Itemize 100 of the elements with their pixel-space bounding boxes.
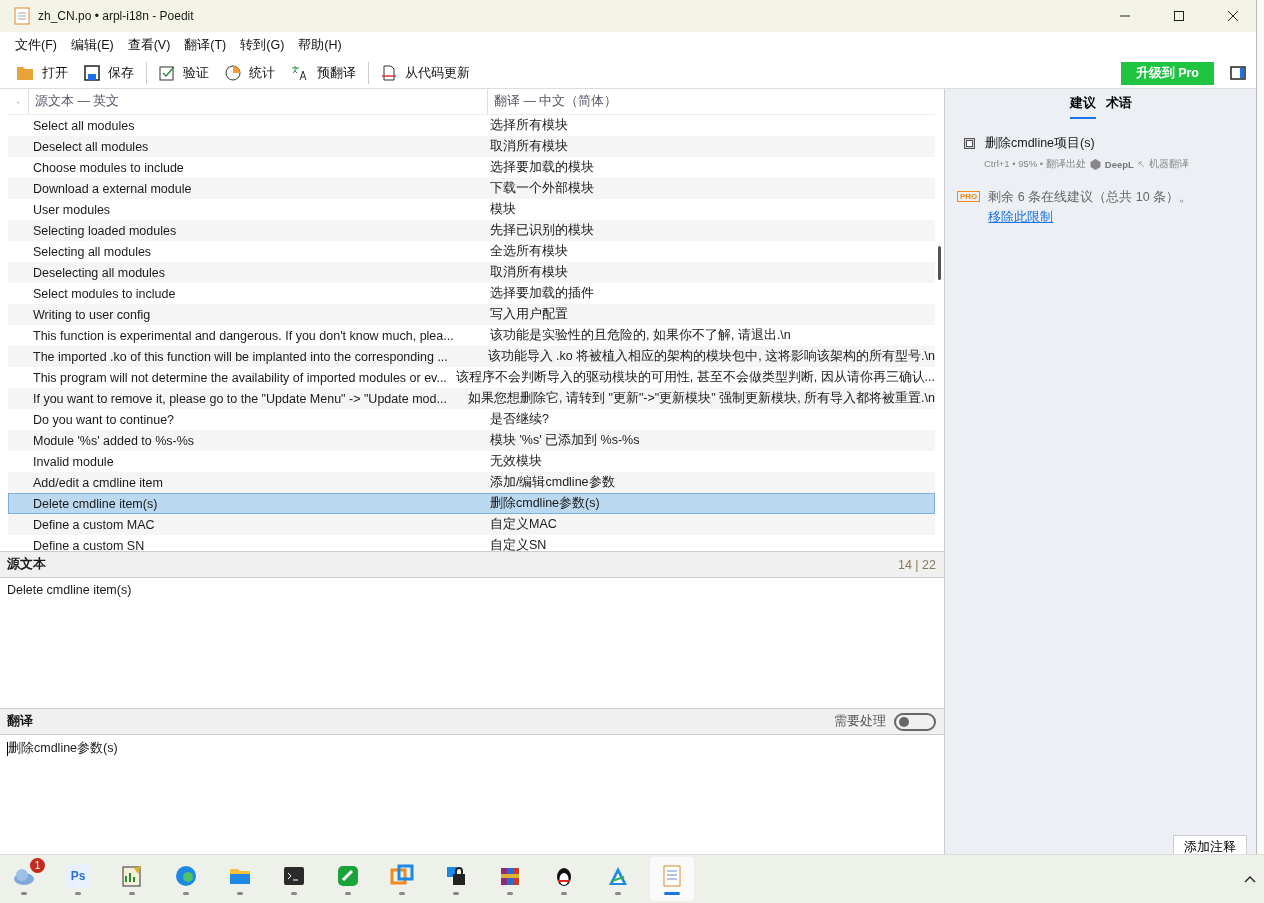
column-header[interactable]: 源文本 — 英文	[28, 89, 487, 114]
source-cell-text: This program will not determine the availability of imported modules or ev...	[32, 370, 448, 385]
list-row[interactable]: Add/edit a cmdline item 添加/编辑cmdline参数	[8, 472, 935, 493]
app-icon	[14, 7, 30, 25]
list-row[interactable]: Select all modules 选择所有模块	[8, 115, 935, 136]
menu-item[interactable]: 编辑(E)	[63, 36, 121, 54]
add-comment-button[interactable]: 添加注释	[1173, 835, 1247, 855]
menu-item[interactable]: 帮助(H)	[291, 36, 349, 54]
pane-title: 源文本	[7, 556, 46, 573]
taskbar-item[interactable]: 1	[2, 857, 46, 901]
list-row[interactable]: Delete cmdline item(s) 删除cmdline参数(s)	[8, 493, 935, 514]
translation-cell-text: 无效模块	[489, 453, 543, 470]
browser-icon[interactable]	[174, 863, 198, 888]
translation-cell-text: 该功能导入 .ko 将被植入相应的架构的模块包中, 这将影响该架构的所有型号.\n	[486, 348, 935, 365]
source-cell-text: Add/edit a cmdline item	[32, 475, 164, 490]
folder-icon	[16, 65, 34, 81]
toolbar-button[interactable]: 保存	[78, 60, 140, 86]
translation-cell-text: 如果您想删除它, 请转到 "更新"->"更新模块" 强制更新模块, 所有导入都将被重置.\n	[467, 390, 935, 407]
list-row[interactable]: Invalid module 无效模块	[8, 451, 935, 472]
source-cell-text: Selecting loaded modules	[32, 223, 178, 238]
list-row[interactable]: Do you want to continue? 是否继续?	[8, 409, 935, 430]
translation-cell-text: 取消所有模块	[489, 138, 569, 155]
translation-cell-text: 选择要加载的插件	[489, 285, 595, 302]
suggestion-meta: Ctrl+1 • 95% • 翻译出处	[984, 158, 1086, 171]
sidebar-tab[interactable]: 建议	[1069, 95, 1096, 119]
ps-app-icon[interactable]: Ps	[66, 863, 90, 888]
list-row[interactable]: Selecting loaded modules 先择已识别的模块	[8, 220, 935, 241]
source-cell-text: The imported .ko of this function will be implanted into the corresponding ...	[32, 349, 449, 364]
list-row[interactable]: Selecting all modules 全选所有模块	[8, 241, 935, 262]
save-icon	[84, 65, 100, 81]
menu-item[interactable]: 转到(G)	[233, 36, 292, 54]
list-row[interactable]: Deselect all modules 取消所有模块	[8, 136, 935, 157]
suggestion-text[interactable]: 删除cmdline项目(s)	[985, 135, 1095, 152]
needs-work-label: 需要处理	[834, 713, 886, 730]
list-row[interactable]: Choose modules to include 选择要加载的模块	[8, 157, 935, 178]
source-cell-text: Define a custom MAC	[32, 517, 156, 532]
taskbar-item[interactable]: Ps	[56, 857, 100, 901]
list-row[interactable]: The imported .ko of this function will be implanted into the corresponding ... 该功能导入 .ko 将被植入相应的架构的模块包中, 这将影响该架构的所有型号.\n	[8, 346, 935, 367]
maximize-icon	[1174, 11, 1184, 21]
toolbar-button[interactable]: 验证	[153, 60, 215, 86]
translation-cell-text: 模块	[489, 201, 517, 218]
translation-cell-text: 自定义SN	[489, 537, 548, 551]
translation-cell-text: 自定义MAC	[489, 516, 558, 533]
pro-badge: PRO	[957, 191, 981, 202]
source-text: Delete cmdline item(s)	[7, 583, 132, 597]
entry-counter: 14 | 22	[898, 557, 936, 572]
document-icon	[381, 65, 397, 81]
translation-cell-text: 取消所有模块	[489, 264, 569, 281]
needs-work-toggle[interactable]	[894, 712, 936, 731]
translation-cell-text: 该程序不会判断导入的驱动模块的可用性, 甚至不会做类型判断, 因从请你再三确认...	[454, 369, 935, 386]
source-cell-text: Delete cmdline item(s)	[32, 496, 159, 511]
list-row[interactable]: This function is experimental and dangerous. If you don't know much, plea... 该功能是实验性的且危险的, 如果你不了解, 请退出.\n	[8, 325, 935, 346]
translation-field[interactable]: 删除cmdline参数(s)	[0, 735, 944, 855]
toolbar-button[interactable]: 统计	[219, 60, 281, 86]
list-row[interactable]: User modules 模块	[8, 199, 935, 220]
toolbar-button[interactable]: 打开	[10, 60, 74, 86]
source-cell-text: Module '%s' added to %s-%s	[32, 433, 196, 448]
source-cell-text: If you want to remove it, please go to the "Update Menu" -> "Update mod...	[32, 391, 448, 406]
source-cell-text: This function is experimental and dangerous. If you don't know much, plea...	[32, 328, 455, 343]
squares-app-icon[interactable]	[390, 863, 414, 888]
translate-icon	[291, 65, 309, 81]
list-row[interactable]: Define a custom MAC 自定义MAC	[8, 514, 935, 535]
arrow-icon	[1137, 161, 1145, 168]
list-row[interactable]: This program will not determine the availability of imported modules or ev... 该程序不会判断导入的驱动模块的可用性, 甚至不会做类型判断, 因从请你再三确认...	[8, 367, 935, 388]
sidebar-tab[interactable]: 术语	[1105, 95, 1132, 119]
source-cell-text: Deselect all modules	[32, 139, 150, 154]
toolbar-button[interactable]: 预翻译	[285, 60, 362, 86]
translation-cell-text: 选择所有模块	[489, 117, 569, 134]
source-cell-text: User modules	[32, 202, 112, 217]
toolbar-button[interactable]: 从代码更新	[375, 60, 476, 86]
suggestion-kind: 机器翻译	[1148, 158, 1189, 171]
chart-app-icon[interactable]	[120, 863, 144, 888]
pro-note: 剩余 6 条在线建议（总共 10 条）。	[988, 190, 1193, 204]
list-row[interactable]: Deselecting all modules 取消所有模块	[8, 262, 935, 283]
source-cell-text: Writing to user config	[32, 307, 152, 322]
source-cell-text: Choose modules to include	[32, 160, 185, 175]
remove-limit-link[interactable]: 移除此限制	[988, 209, 1193, 226]
source-cell-text: Do you want to continue?	[32, 412, 176, 427]
list-row[interactable]: Writing to user config 写入用户配置	[8, 304, 935, 325]
translation-cell-text: 写入用户配置	[489, 306, 569, 323]
menu-item[interactable]: 文件(F)	[8, 36, 64, 54]
list-row[interactable]: Define a custom SN 自定义SN	[8, 535, 935, 551]
source-cell-text: Invalid module	[32, 454, 115, 469]
pen-app-icon[interactable]	[336, 863, 360, 888]
close-icon	[1228, 11, 1238, 21]
translation-cell-text: 是否继续?	[489, 411, 550, 428]
scrollbar-thumb[interactable]	[938, 246, 941, 280]
chevron-up-icon[interactable]	[1244, 875, 1256, 883]
source-cell-text: Select all modules	[32, 118, 136, 133]
list-row[interactable]: Select modules to include 选择要加载的插件	[8, 283, 935, 304]
suggestion-icon	[964, 138, 975, 149]
sidebar-toggle-icon[interactable]	[1230, 66, 1246, 80]
list-row[interactable]: Download a external module 下载一个外部模块	[8, 178, 935, 199]
menu-item[interactable]: 翻译(T)	[177, 36, 234, 54]
menu-item[interactable]: 查看(V)	[120, 36, 178, 54]
notification-badge: 1	[30, 858, 45, 873]
list-row[interactable]: If you want to remove it, please go to the "Update Menu" -> "Update mod... 如果您想删除它, 请转到 "更新"->"更新模块" 强制更新模块, 所有导入都将被重置.\n	[8, 388, 935, 409]
source-cell-text: Selecting all modules	[32, 244, 153, 259]
list-row[interactable]: Module '%s' added to %s-%s 模块 '%s' 已添加到 %s-%s	[8, 430, 935, 451]
pie-chart-icon	[225, 65, 241, 81]
